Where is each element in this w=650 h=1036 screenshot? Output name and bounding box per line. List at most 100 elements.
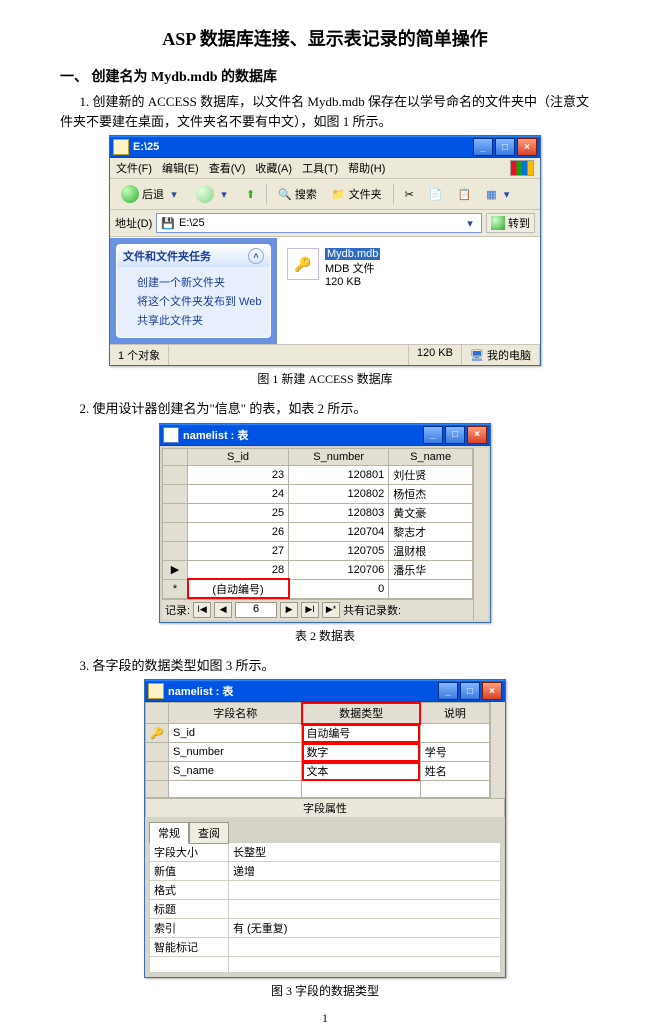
- task-create-folder[interactable]: 创建一个新文件夹: [137, 274, 266, 290]
- nav-first-button[interactable]: I◀: [193, 602, 211, 618]
- table-row[interactable]: ▶28120706潘乐华: [163, 560, 473, 579]
- search-icon: 🔍: [278, 188, 292, 201]
- prop-row[interactable]: 字段大小长整型: [150, 843, 501, 862]
- maximize-button[interactable]: □: [460, 682, 480, 700]
- up-button[interactable]: ⬆: [240, 185, 261, 204]
- maximize-button[interactable]: □: [445, 426, 465, 444]
- tab-general[interactable]: 常规: [149, 822, 189, 844]
- close-button[interactable]: ×: [467, 426, 487, 444]
- col-datatype[interactable]: 数据类型: [302, 703, 420, 724]
- forward-button[interactable]: ▾: [190, 182, 237, 206]
- design-grid[interactable]: 字段名称 数据类型 说明 🔑 S_id 自动编号 S_number: [145, 702, 490, 798]
- minimize-button[interactable]: _: [423, 426, 443, 444]
- table-row[interactable]: 27120705温财根: [163, 541, 473, 560]
- nav-last-button[interactable]: ▶I: [301, 602, 319, 618]
- back-button[interactable]: 后退 ▾: [115, 182, 187, 206]
- paragraph-2: 2. 使用设计器创建名为"信息" 的表，如表 2 所示。: [60, 399, 590, 419]
- chevron-down-icon: ▾: [500, 187, 514, 201]
- close-button[interactable]: ×: [482, 682, 502, 700]
- address-input[interactable]: 💾 E:\25 ▾: [156, 213, 482, 233]
- task-pane-header[interactable]: 文件和文件夹任务 ˄: [117, 245, 270, 267]
- vertical-scrollbar[interactable]: [473, 448, 488, 620]
- nav-new-button[interactable]: ▶*: [322, 602, 340, 618]
- search-button[interactable]: 🔍 搜索: [272, 183, 323, 205]
- paste-button[interactable]: 📋: [452, 185, 478, 204]
- menu-file[interactable]: 文件(F): [116, 160, 152, 176]
- col-sname[interactable]: S_name: [389, 448, 473, 465]
- tab-lookup[interactable]: 查阅: [189, 822, 229, 844]
- figure-1-caption: 图 1 新建 ACCESS 数据库: [60, 370, 590, 387]
- copy-button[interactable]: 📄: [423, 185, 449, 204]
- prop-row[interactable]: 标题: [150, 900, 501, 919]
- copy-icon: 📄: [429, 188, 443, 201]
- chevron-down-icon: ▾: [217, 187, 231, 201]
- nav-prev-button[interactable]: ◀: [214, 602, 232, 618]
- go-button[interactable]: 转到: [486, 213, 535, 233]
- folder-up-icon: ⬆: [246, 188, 255, 201]
- cut-button[interactable]: ✂: [399, 185, 420, 204]
- menu-favorites[interactable]: 收藏(A): [255, 160, 292, 176]
- separator: [266, 184, 267, 204]
- prop-row-empty[interactable]: [150, 957, 501, 973]
- prop-row[interactable]: 新值递增: [150, 862, 501, 881]
- col-fieldname[interactable]: 字段名称: [169, 703, 302, 724]
- chevron-down-icon[interactable]: ▾: [463, 216, 477, 230]
- design-row-empty[interactable]: [146, 781, 490, 798]
- views-button[interactable]: ▦▾: [480, 184, 519, 204]
- views-icon: ▦: [486, 188, 496, 201]
- design-titlebar[interactable]: namelist : 表 _ □ ×: [145, 680, 505, 702]
- file-info[interactable]: Mydb.mdb MDB 文件 120 KB: [325, 248, 380, 288]
- prop-row[interactable]: 索引有 (无重复): [150, 919, 501, 938]
- table-row[interactable]: 25120803黄文豪: [163, 503, 473, 522]
- back-label: 后退: [142, 186, 164, 202]
- file-pane[interactable]: 🔑 Mydb.mdb MDB 文件 120 KB: [277, 238, 540, 344]
- figure-3-caption: 图 3 字段的数据类型: [60, 982, 590, 999]
- col-description[interactable]: 说明: [420, 703, 489, 724]
- design-row[interactable]: S_number 数字 学号: [146, 743, 490, 762]
- file-type: MDB 文件: [325, 263, 375, 275]
- table-row[interactable]: 23120801刘仕贤: [163, 465, 473, 484]
- table-new-row[interactable]: *(自动编号)0: [163, 579, 473, 598]
- page-number: 1: [60, 1011, 590, 1026]
- design-row[interactable]: 🔑 S_id 自动编号: [146, 724, 490, 743]
- explorer-titlebar[interactable]: E:\25 _ □ ×: [110, 136, 540, 158]
- design-row[interactable]: S_name 文本 姓名: [146, 762, 490, 781]
- go-label: 转到: [508, 215, 530, 231]
- task-publish-web[interactable]: 将这个文件夹发布到 Web: [137, 293, 266, 309]
- maximize-button[interactable]: □: [495, 138, 515, 156]
- minimize-button[interactable]: _: [473, 138, 493, 156]
- folders-button[interactable]: 📁 文件夹: [326, 183, 388, 205]
- collapse-icon[interactable]: ˄: [248, 248, 264, 264]
- folders-icon: 📁: [332, 188, 346, 201]
- close-button[interactable]: ×: [517, 138, 537, 156]
- row-selector-header[interactable]: [163, 448, 188, 465]
- task-pane: 文件和文件夹任务 ˄ 创建一个新文件夹 将这个文件夹发布到 Web 共享此文件夹: [110, 238, 277, 344]
- nav-label: 记录:: [165, 602, 190, 618]
- table-row[interactable]: 24120802杨恒杰: [163, 484, 473, 503]
- prop-row[interactable]: 格式: [150, 881, 501, 900]
- go-arrow-icon: [491, 216, 505, 230]
- col-sid[interactable]: S_id: [188, 448, 289, 465]
- prop-row[interactable]: 智能标记: [150, 938, 501, 957]
- address-value: E:\25: [179, 217, 463, 229]
- status-bar: 1 个对象 120 KB 🖥 我的电脑: [110, 344, 540, 365]
- menu-help[interactable]: 帮助(H): [348, 160, 385, 176]
- minimize-button[interactable]: _: [438, 682, 458, 700]
- table-row[interactable]: 26120704黎志才: [163, 522, 473, 541]
- menu-tools[interactable]: 工具(T): [302, 160, 338, 176]
- col-snumber[interactable]: S_number: [289, 448, 389, 465]
- row-selector-header[interactable]: [146, 703, 169, 724]
- vertical-scrollbar[interactable]: [490, 702, 505, 798]
- nav-next-button[interactable]: ▶: [280, 602, 298, 618]
- datasheet-titlebar[interactable]: namelist : 表 _ □ ×: [160, 424, 490, 446]
- menu-edit[interactable]: 编辑(E): [162, 160, 199, 176]
- nav-record-input[interactable]: 6: [235, 602, 277, 618]
- datasheet-table[interactable]: S_id S_number S_name 23120801刘仕贤 2412080…: [162, 448, 473, 599]
- properties-table[interactable]: 字段大小长整型 新值递增 格式 标题 索引有 (无重复) 智能标记: [149, 842, 501, 973]
- window-title: namelist : 表: [183, 427, 423, 443]
- task-share-folder[interactable]: 共享此文件夹: [137, 312, 266, 328]
- computer-icon: 🖥: [470, 350, 484, 362]
- mdb-file-icon[interactable]: 🔑: [287, 248, 319, 280]
- menu-view[interactable]: 查看(V): [209, 160, 246, 176]
- section-heading-1: 一、 创建名为 Mydb.mdb 的数据库: [60, 66, 590, 86]
